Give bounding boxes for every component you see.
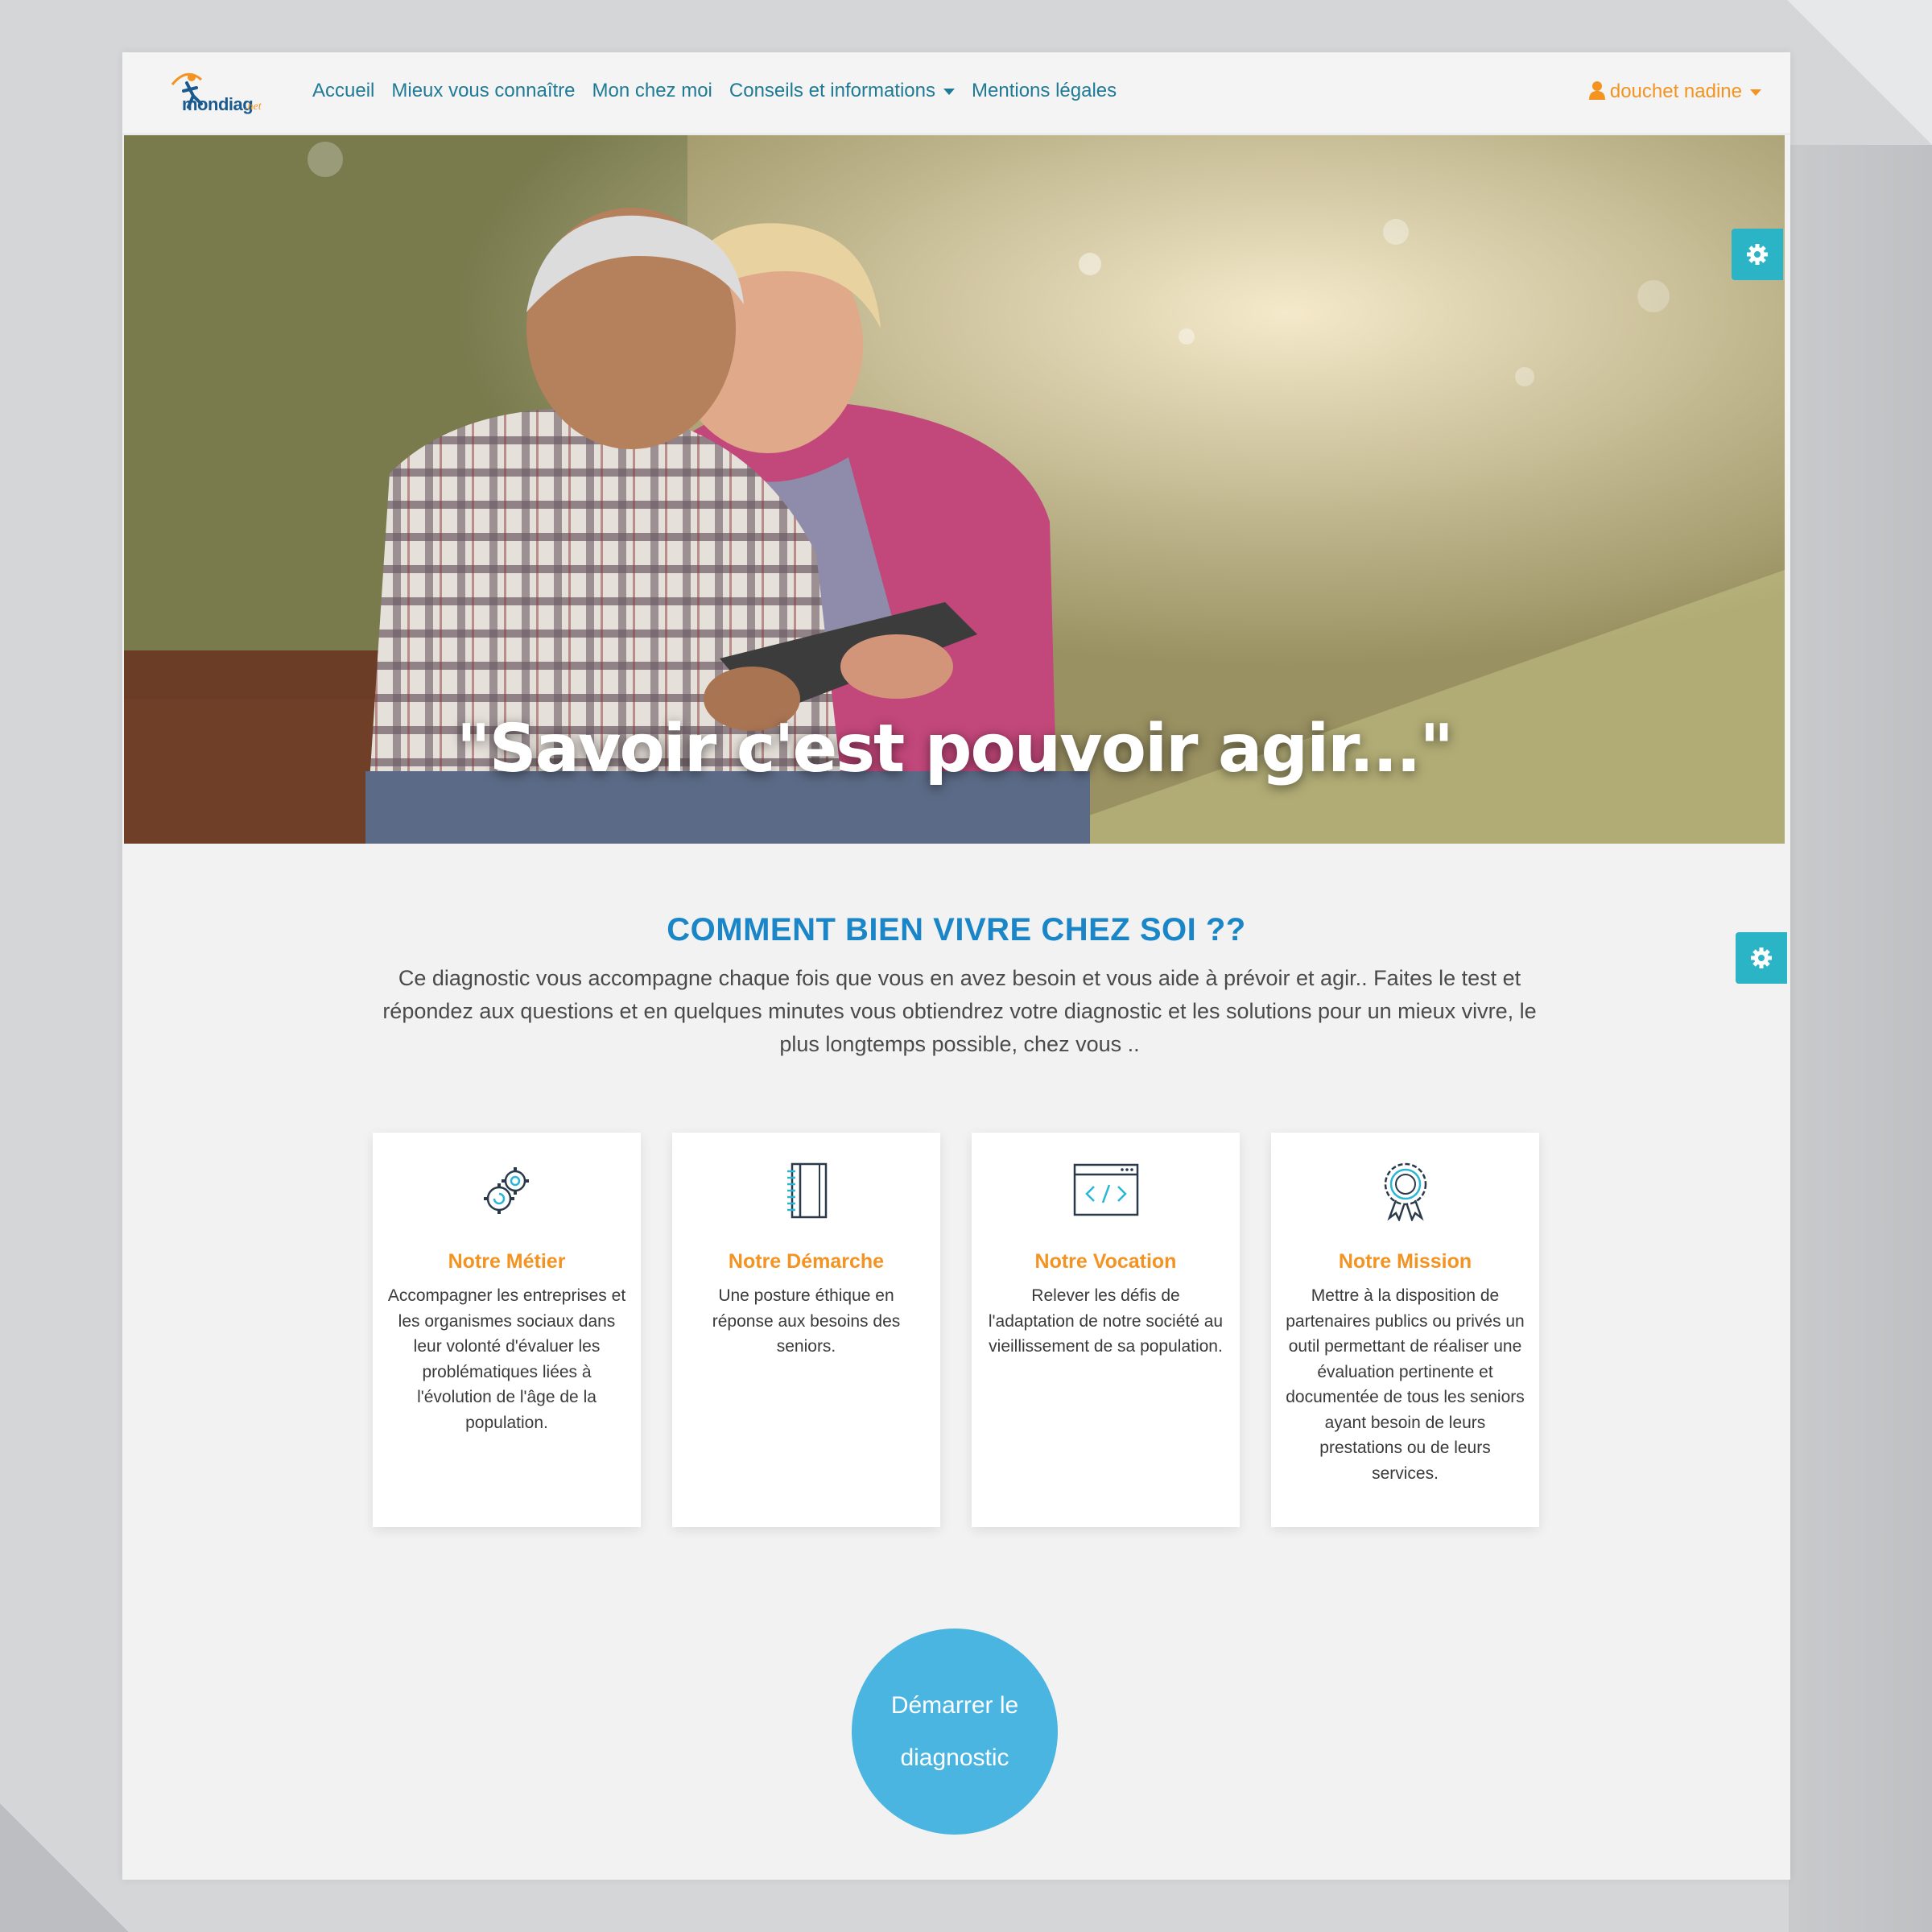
background-bevel — [1787, 0, 1932, 145]
nav-link-mon-chez-moi[interactable]: Mon chez moi — [592, 80, 712, 102]
card-title: Notre Vocation — [1034, 1250, 1177, 1273]
start-diagnostic-label: Démarrer le diagnostic — [890, 1692, 1019, 1771]
card-title: Notre Métier — [448, 1250, 566, 1273]
hero-banner: "Savoir c'est pouvoir agir..." — [124, 135, 1785, 844]
chevron-down-icon — [1750, 89, 1761, 96]
settings-tab-top[interactable] — [1732, 229, 1783, 280]
nav-link-accueil[interactable]: Accueil — [312, 80, 374, 102]
card-text: Accompagner les entreprises et les organ… — [387, 1286, 626, 1432]
nav-link-mieux-vous-connaitre[interactable]: Mieux vous connaître — [391, 80, 575, 102]
features-cards: Notre Métier Accompagner les entreprises… — [373, 1133, 1539, 1527]
user-icon — [1588, 80, 1605, 105]
gears-icon — [483, 1167, 529, 1214]
award-ribbon-icon — [1384, 1162, 1426, 1221]
gear-icon — [1747, 244, 1768, 265]
card-notre-metier: Notre Métier Accompagner les entreprises… — [373, 1133, 641, 1527]
section-description: Ce diagnostic vous accompagne chaque foi… — [382, 966, 1537, 1056]
browser-page: mondiag .net Accueil Mieux vous connaîtr… — [122, 52, 1790, 1880]
card-notre-vocation: Notre Vocation Relever les défis de l'ad… — [972, 1133, 1240, 1527]
user-name: douchet nadine — [1609, 80, 1742, 102]
user-menu[interactable]: douchet nadine — [1588, 80, 1761, 105]
card-notre-demarche: Notre Démarche Une posture éthique en ré… — [672, 1133, 940, 1527]
logo-text: mondiag — [182, 94, 254, 114]
card-title: Notre Démarche — [728, 1250, 885, 1273]
card-notre-mission: Notre Mission Mettre à la disposition de… — [1271, 1133, 1539, 1527]
start-diagnostic-button[interactable]: Démarrer le diagnostic — [852, 1629, 1058, 1835]
background-side — [1789, 145, 1932, 1932]
site-logo[interactable]: mondiag .net — [164, 67, 269, 120]
card-text: Mettre à la disposition de partenaires p… — [1286, 1286, 1525, 1483]
hero-quote: "Savoir c'est pouvoir agir..." — [456, 711, 1454, 787]
logo-suffix: .net — [245, 101, 262, 113]
code-window-icon — [1073, 1163, 1138, 1216]
chevron-down-icon — [943, 88, 956, 95]
gear-icon — [1751, 947, 1772, 968]
top-navbar: mondiag .net Accueil Mieux vous connaîtr… — [122, 52, 1790, 134]
card-text: Une posture éthique en réponse aux besoi… — [712, 1286, 901, 1356]
card-title: Notre Mission — [1338, 1250, 1472, 1273]
nav-link-mentions-legales[interactable]: Mentions légales — [972, 80, 1117, 102]
card-text: Relever les défis de l'adaptation de not… — [988, 1286, 1224, 1356]
section-title: COMMENT BIEN VIVRE CHEZ SOI ?? — [667, 912, 1246, 947]
nav-link-conseils-label: Conseils et informations — [729, 80, 936, 101]
main-nav: Accueil Mieux vous connaître Mon chez mo… — [312, 80, 1133, 102]
background-bevel-bottom — [0, 1803, 129, 1932]
notebook-icon — [786, 1162, 827, 1219]
nav-dropdown-conseils[interactable]: Conseils et informations — [729, 80, 956, 102]
